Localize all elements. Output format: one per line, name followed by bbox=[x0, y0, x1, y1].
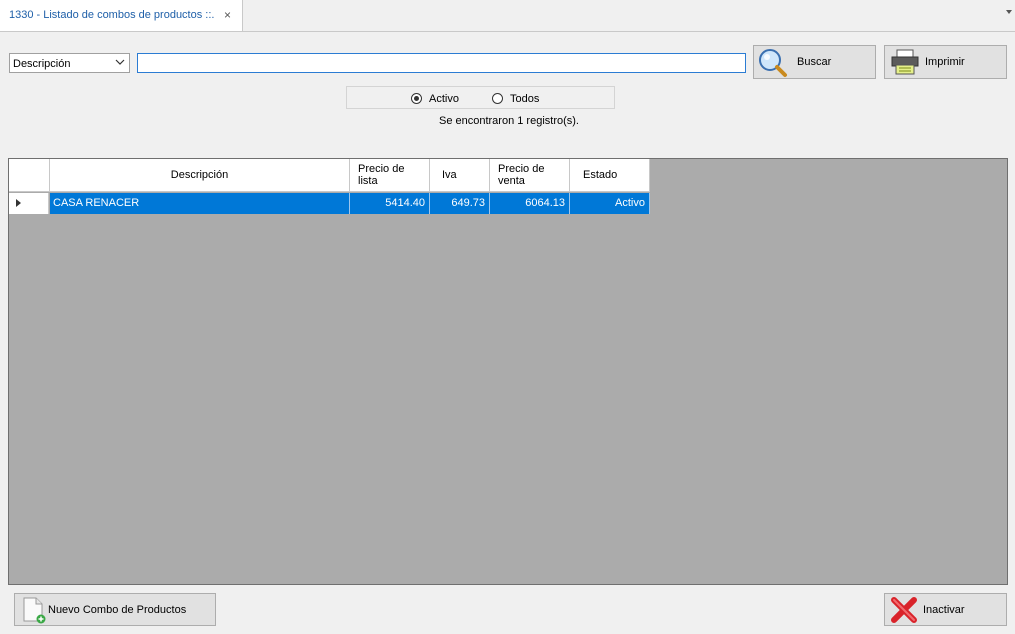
new-document-icon bbox=[23, 597, 46, 624]
current-row-arrow-icon bbox=[16, 199, 21, 207]
radio-all[interactable] bbox=[492, 93, 503, 104]
table-cell-sale-price[interactable]: 6064.13 bbox=[490, 193, 570, 214]
table-cell-description[interactable]: CASA RENACER bbox=[50, 193, 350, 214]
radio-active-label[interactable]: Activo bbox=[429, 93, 459, 105]
search-input[interactable] bbox=[137, 53, 746, 73]
tab-dropdown-icon[interactable] bbox=[1006, 10, 1012, 14]
printer-icon bbox=[891, 49, 919, 75]
red-x-icon bbox=[891, 597, 917, 623]
tab-bar: 1330 - Listado de combos de productos ::… bbox=[0, 0, 1015, 32]
column-header-description[interactable]: Descripción bbox=[50, 159, 350, 192]
deactivate-button[interactable]: Inactivar bbox=[884, 593, 1007, 626]
radio-all-label[interactable]: Todos bbox=[510, 93, 539, 105]
column-header-sale-price[interactable]: Precio de venta bbox=[490, 159, 570, 192]
radio-active[interactable] bbox=[411, 93, 422, 104]
search-button-label: Buscar bbox=[797, 56, 832, 68]
tab-combos-listing[interactable]: 1330 - Listado de combos de productos ::… bbox=[0, 0, 243, 31]
print-button[interactable]: Imprimir bbox=[884, 45, 1007, 79]
table-cell-vat[interactable]: 649.73 bbox=[430, 193, 490, 214]
close-icon[interactable]: × bbox=[224, 8, 231, 22]
search-button[interactable]: Buscar bbox=[753, 45, 876, 79]
combos-table[interactable]: Descripción Precio de lista Iva Precio d… bbox=[8, 158, 1008, 585]
record-count-status: Se encontraron 1 registro(s). bbox=[438, 115, 579, 127]
column-header-list-price[interactable]: Precio de lista bbox=[350, 159, 430, 192]
magnifier-icon bbox=[759, 49, 787, 77]
search-field-select[interactable]: Descripción bbox=[9, 53, 130, 73]
table-cell-status[interactable]: Activo bbox=[570, 193, 650, 214]
column-header-status[interactable]: Estado bbox=[570, 159, 650, 192]
deactivate-button-label: Inactivar bbox=[923, 604, 965, 616]
column-header-vat[interactable]: Iva bbox=[430, 159, 490, 192]
new-combo-button[interactable]: Nuevo Combo de Productos bbox=[14, 593, 216, 626]
chevron-down-icon bbox=[115, 59, 125, 65]
tab-title: 1330 - Listado de combos de productos ::… bbox=[9, 9, 215, 21]
radio-selected-dot bbox=[414, 96, 419, 101]
row-selector[interactable] bbox=[9, 193, 49, 214]
row-header-corner bbox=[9, 159, 50, 192]
new-combo-button-label: Nuevo Combo de Productos bbox=[48, 604, 187, 616]
print-button-label: Imprimir bbox=[925, 56, 965, 68]
status-filter-group: Activo Todos bbox=[346, 86, 615, 109]
table-cell-list-price[interactable]: 5414.40 bbox=[350, 193, 430, 214]
search-field-value: Descripción bbox=[13, 58, 71, 70]
